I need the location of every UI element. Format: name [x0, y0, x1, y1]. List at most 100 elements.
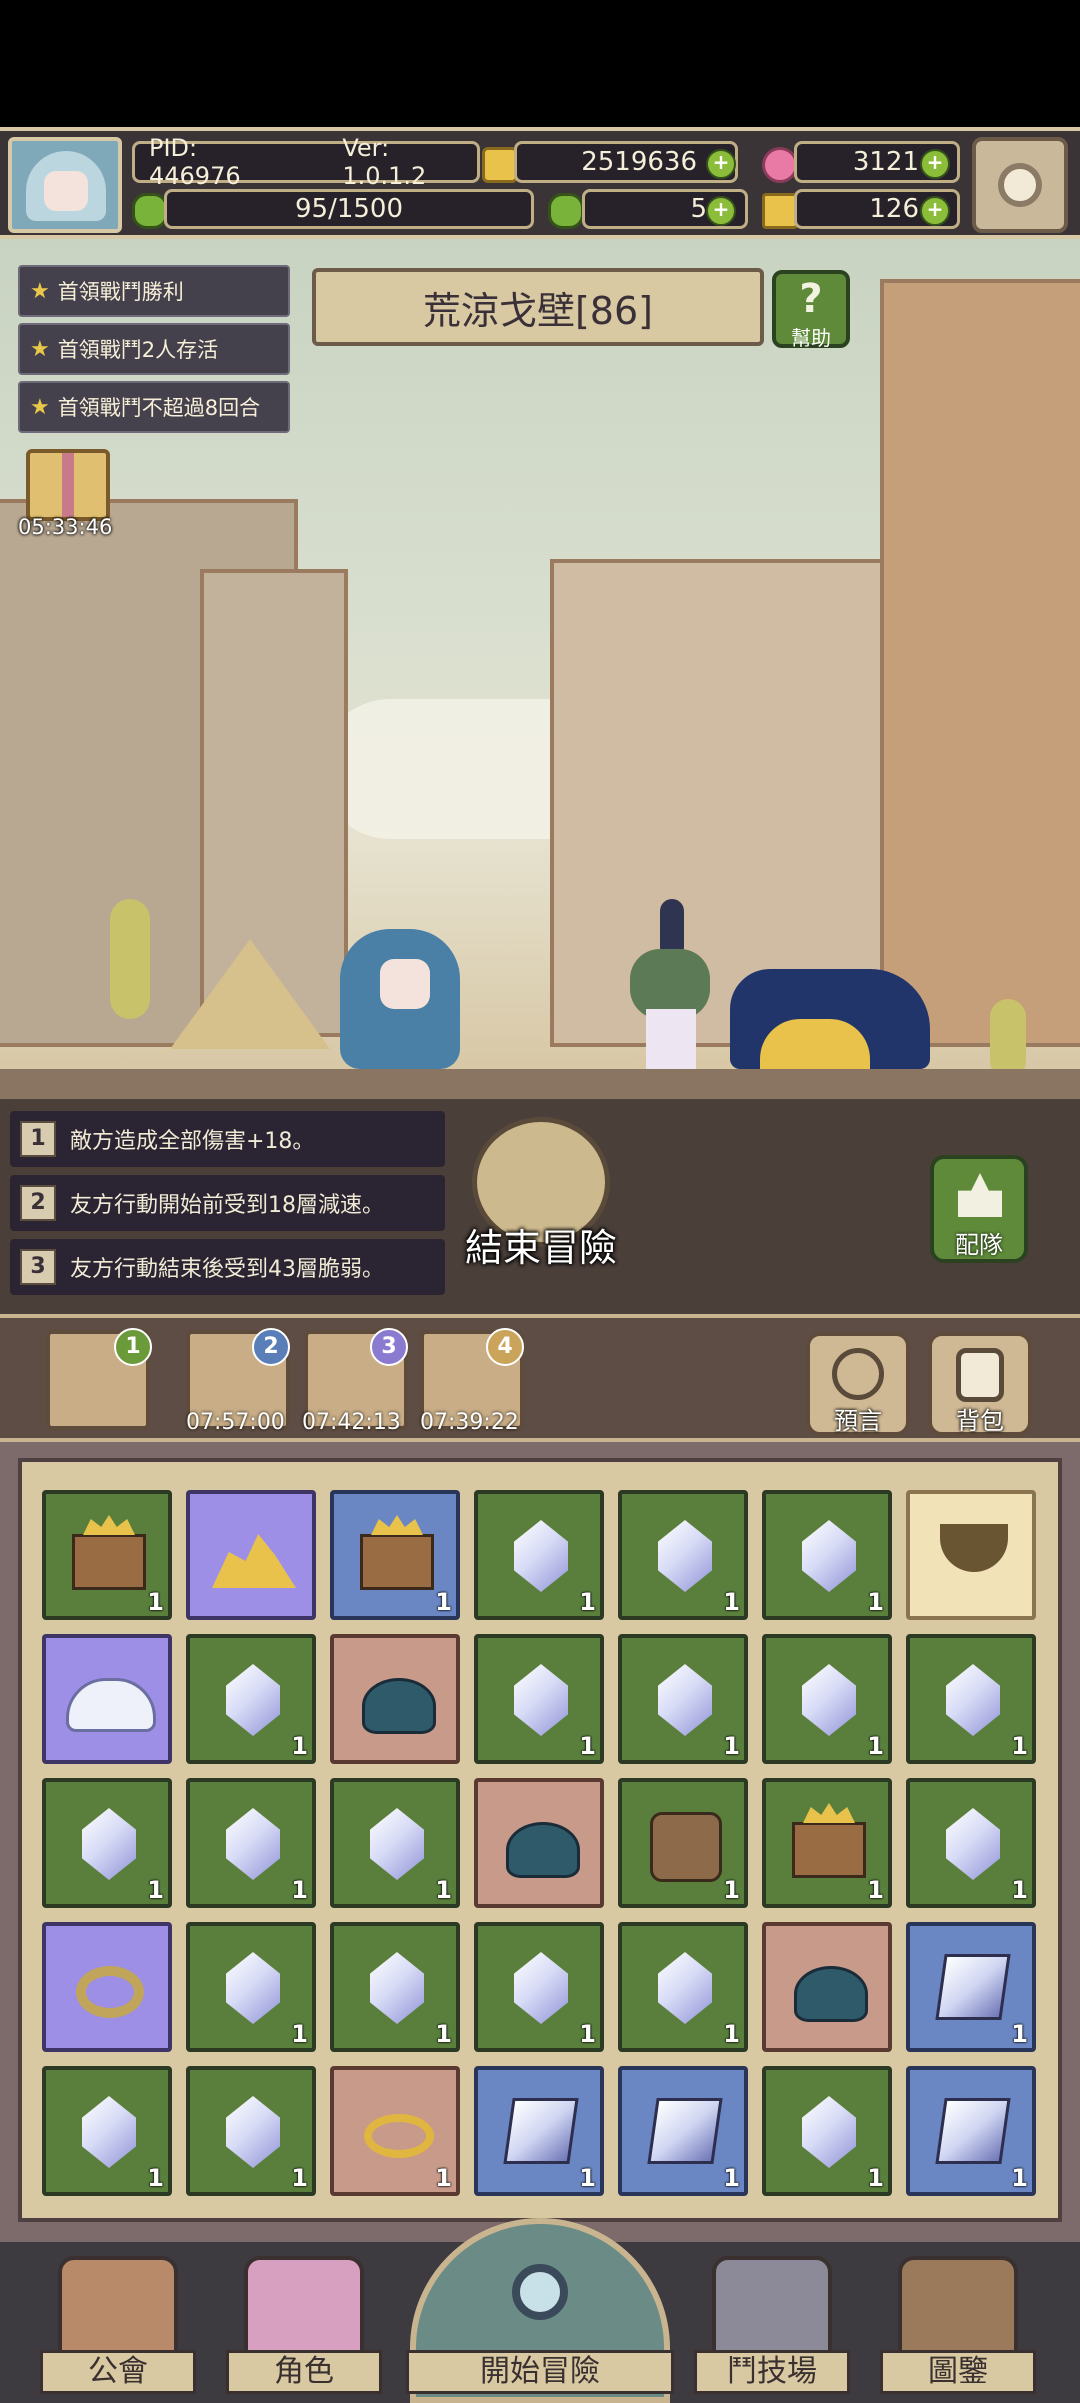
nav-codex[interactable]: 圖鑒	[880, 2350, 1036, 2394]
inventory-slot[interactable]: 1	[906, 1778, 1036, 1908]
prophecy-button[interactable]: 預言	[806, 1332, 910, 1436]
inventory-slot[interactable]: 1	[474, 1922, 604, 2052]
party-slot-bar	[0, 1314, 1080, 1442]
star-icon: ★	[30, 336, 50, 362]
clover-plus-icon[interactable]: +	[706, 196, 736, 226]
prophecy-label: 預言	[834, 1407, 882, 1435]
inventory-slot[interactable]: 1	[618, 1922, 748, 2052]
stamina-pill: 95/1500	[164, 189, 534, 229]
inventory-slot[interactable]: 1	[618, 2066, 748, 2196]
inventory-slot[interactable]: 1	[186, 2066, 316, 2196]
inventory-slot[interactable]: 1	[762, 1490, 892, 1620]
nav-arena[interactable]: 鬥技場	[694, 2350, 850, 2394]
inventory-slot[interactable]: 1	[762, 2066, 892, 2196]
gem-icon	[658, 1952, 712, 2024]
gold-plus-icon[interactable]: +	[706, 149, 736, 179]
item-count: 1	[723, 1732, 740, 1760]
inventory-slot[interactable]: 1	[330, 2066, 460, 2196]
inventory-slot[interactable]: 1	[474, 1490, 604, 1620]
inventory-slot[interactable]: 1	[186, 1922, 316, 2052]
gem-icon	[514, 1520, 568, 1592]
inventory-slot[interactable]: 1	[186, 1634, 316, 1764]
end-adventure-button[interactable]: 結束冒險	[458, 1117, 624, 1293]
inventory-slot[interactable]: 1	[330, 1778, 460, 1908]
inventory-slot[interactable]: 1	[618, 1490, 748, 1620]
inventory-slot[interactable]: 1	[474, 2066, 604, 2196]
cube-icon	[935, 1954, 1011, 2020]
chest-icon	[72, 1534, 146, 1590]
effect-number: 2	[20, 1185, 56, 1221]
item-count: 1	[1011, 2164, 1028, 2192]
item-count: 1	[579, 2020, 596, 2048]
nav-character[interactable]: 角色	[226, 2350, 382, 2394]
inventory-slot[interactable]: 1	[906, 2066, 1036, 2196]
gem-icon	[658, 1520, 712, 1592]
resource-header: PID: 446976 Ver: 1.0.1.2 2519636 + 3121 …	[0, 127, 1080, 239]
inventory-slot[interactable]	[474, 1778, 604, 1908]
inventory-slot[interactable]: 1	[762, 1634, 892, 1764]
inventory-slot[interactable]: 1	[906, 1922, 1036, 2052]
item-count: 1	[435, 1588, 452, 1616]
gem-plus-icon[interactable]: +	[920, 149, 950, 179]
team-icon	[958, 1173, 1002, 1217]
gift-box-icon[interactable]	[26, 449, 110, 521]
effect-item: 3 友方行動結束後受到43層脆弱。	[10, 1239, 445, 1295]
inventory-slot[interactable]: 1	[186, 1778, 316, 1908]
inventory-slot[interactable]: 1	[42, 1490, 172, 1620]
key-plus-icon[interactable]: +	[920, 196, 950, 226]
item-count: 1	[579, 1588, 596, 1616]
inventory-slot[interactable]	[906, 1490, 1036, 1620]
ring-icon	[76, 1966, 144, 2018]
backpack-button[interactable]: 背包	[928, 1332, 1032, 1436]
inventory-slot[interactable]: 1	[906, 1634, 1036, 1764]
clover-amount: 5	[690, 194, 707, 224]
gold-icon	[212, 1534, 296, 1588]
gem-icon	[514, 1664, 568, 1736]
inventory-slot[interactable]: 1	[474, 1634, 604, 1764]
slot-timer: 07:39:22	[420, 1410, 519, 1435]
slot-timer: 07:57:00	[186, 1410, 285, 1435]
cube-icon	[647, 2098, 723, 2164]
bag-icon	[650, 1812, 722, 1882]
item-count: 1	[723, 1588, 740, 1616]
quest-item: ★ 首領戰鬥2人存活	[18, 323, 290, 375]
gem-icon	[762, 147, 798, 183]
key-amount: 126	[869, 194, 919, 224]
inventory-slot[interactable]	[42, 1922, 172, 2052]
inventory-slot[interactable]: 1	[330, 1490, 460, 1620]
bunny-body	[646, 1009, 696, 1069]
inventory-slot[interactable]: 1	[42, 2066, 172, 2196]
inventory-slot[interactable]	[330, 1634, 460, 1764]
magnifier-glass	[512, 2264, 568, 2320]
help-button[interactable]: ? 幫助	[772, 270, 850, 350]
settings-gear-icon[interactable]	[972, 137, 1068, 233]
gem-icon	[514, 1952, 568, 2024]
hero-bunny-sprite	[620, 899, 730, 1079]
player-avatar[interactable]	[8, 137, 122, 233]
version-label: Ver: 1.0.1.2	[342, 134, 427, 190]
inventory-slot[interactable]: 1	[618, 1778, 748, 1908]
inventory-slot[interactable]: 1	[762, 1778, 892, 1908]
quest-label: 首領戰鬥不超過8回合	[57, 396, 261, 420]
gem-icon	[226, 1808, 280, 1880]
item-count: 1	[579, 2164, 596, 2192]
stamina-value: 95/1500	[294, 194, 403, 224]
quest-item: ★ 首領戰鬥勝利	[18, 265, 290, 317]
inventory-slot[interactable]	[42, 1634, 172, 1764]
gem-icon	[226, 1664, 280, 1736]
gem-icon	[658, 1664, 712, 1736]
inventory-slot[interactable]	[186, 1490, 316, 1620]
chest-icon	[360, 1534, 434, 1590]
gold-coin-icon	[482, 147, 518, 183]
inventory-slot[interactable]: 1	[42, 1778, 172, 1908]
nav-guild[interactable]: 公會	[40, 2350, 196, 2394]
inventory-slot[interactable]: 1	[330, 1922, 460, 2052]
quest-label: 首領戰鬥2人存活	[57, 338, 219, 362]
team-button[interactable]: 配隊	[930, 1155, 1028, 1263]
item-count: 1	[435, 2164, 452, 2192]
inventory-slot[interactable]: 1	[618, 1634, 748, 1764]
item-count: 1	[291, 1732, 308, 1760]
inventory-slot[interactable]	[762, 1922, 892, 2052]
gem-icon	[226, 1952, 280, 2024]
nav-adventure[interactable]: 開始冒險	[406, 2350, 674, 2394]
